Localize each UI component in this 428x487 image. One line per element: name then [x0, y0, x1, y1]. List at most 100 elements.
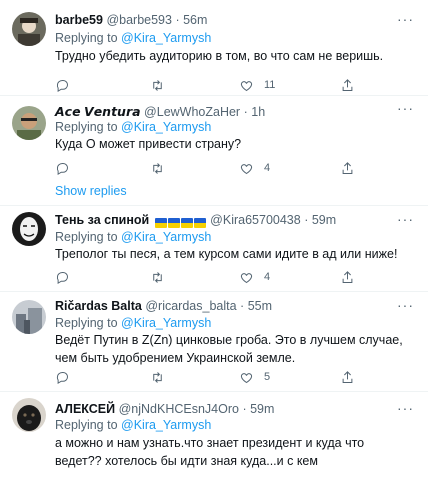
avatar[interactable] — [12, 300, 46, 334]
replying-to-link[interactable]: @Kira_Yarmysh — [121, 316, 211, 330]
replying-to: Replying to @Kira_Yarmysh — [55, 230, 211, 244]
like-count: 4 — [264, 162, 271, 174]
heart-icon — [240, 163, 253, 174]
heart-icon — [240, 272, 253, 283]
like-button[interactable]: 11 — [239, 76, 275, 94]
like-button[interactable]: 4 — [239, 159, 270, 177]
retweet-button[interactable] — [150, 368, 175, 386]
reply-tweet[interactable]: Ričardas Balta @ricardas_balta · 55m ···… — [0, 292, 428, 392]
reply-button[interactable] — [55, 368, 80, 386]
display-name[interactable]: barbe59 — [55, 13, 103, 27]
retweet-button[interactable] — [150, 76, 175, 94]
more-options-icon[interactable]: ··· — [397, 211, 414, 227]
reply-button[interactable] — [55, 268, 80, 286]
share-button[interactable] — [340, 368, 355, 386]
tweet-actions: 4 — [55, 159, 405, 177]
user-handle[interactable]: @Kira65700438 — [210, 213, 301, 227]
replying-to-label: Replying to — [55, 31, 122, 45]
more-options-icon[interactable]: ··· — [397, 297, 414, 313]
tweet-header: 𝘼𝙘𝙚 𝙑𝙚𝙣𝙩𝙪𝙧𝙖 @LewWhoZaHer · 1h — [55, 104, 394, 119]
user-handle[interactable]: @LewWhoZaHer — [144, 105, 240, 119]
retweet-button[interactable] — [150, 268, 175, 286]
share-button[interactable] — [340, 268, 355, 286]
timestamp[interactable]: 59m — [250, 402, 274, 416]
separator-dot: · — [304, 213, 309, 227]
replying-to-label: Replying to — [55, 120, 122, 134]
tweet-text: а можно и нам узнать.что знает президент… — [55, 436, 365, 468]
display-name[interactable]: Ričardas Balta — [55, 299, 142, 313]
reply-icon — [56, 79, 68, 92]
replying-to: Replying to @Kira_Yarmysh — [55, 418, 211, 432]
display-name[interactable]: Тень за спиной — [55, 213, 149, 227]
separator-dot: · — [243, 105, 248, 119]
tweet-header: barbe59 @barbe593 · 56m — [55, 13, 394, 27]
user-handle[interactable]: @barbe593 — [106, 13, 172, 27]
replying-to: Replying to @Kira_Yarmysh — [55, 316, 211, 330]
retweet-icon — [153, 371, 162, 383]
replying-to-link[interactable]: @Kira_Yarmysh — [121, 418, 211, 432]
display-name[interactable]: АЛЕКСЕЙ — [55, 402, 115, 416]
tweet-text: Трудно убедить аудиторию в том, во что с… — [55, 49, 384, 63]
avatar[interactable] — [12, 398, 46, 432]
tweet-header: АЛЕКСЕЙ @njNdKHCEsnJ4Oro · 59m — [55, 402, 394, 416]
tweet-actions: 4 — [55, 268, 405, 286]
reply-icon — [56, 162, 68, 175]
heart-icon — [240, 80, 253, 91]
replying-to-label: Replying to — [55, 418, 122, 432]
like-button[interactable]: 5 — [239, 368, 270, 386]
replying-to: Replying to @Kira_Yarmysh — [55, 120, 211, 134]
heart-icon — [240, 372, 253, 383]
replying-to: Replying to @Kira_Yarmysh — [55, 31, 211, 45]
more-options-icon[interactable]: ··· — [397, 400, 414, 416]
user-handle[interactable]: @njNdKHCEsnJ4Oro — [119, 402, 239, 416]
retweet-icon — [153, 271, 162, 283]
ukraine-flag-icon — [193, 217, 206, 228]
more-options-icon[interactable]: ··· — [397, 100, 414, 116]
like-count: 4 — [264, 271, 271, 283]
ukraine-flag-icon — [154, 217, 167, 228]
like-count: 5 — [264, 371, 271, 383]
reply-button[interactable] — [55, 76, 80, 94]
avatar[interactable] — [12, 12, 46, 46]
separator-dot: · — [242, 402, 247, 416]
reply-tweet[interactable]: 𝘼𝙘𝙚 𝙑𝙚𝙣𝙩𝙪𝙧𝙖 @LewWhoZaHer · 1h ··· Replyi… — [0, 96, 428, 206]
reply-thread: barbe59 @barbe593 · 56m ··· Replying to … — [0, 0, 428, 487]
reply-tweet[interactable]: barbe59 @barbe593 · 56m ··· Replying to … — [0, 0, 428, 96]
retweet-button[interactable] — [150, 159, 175, 177]
share-button[interactable] — [340, 76, 355, 94]
avatar[interactable] — [12, 212, 46, 246]
share-icon — [342, 161, 353, 174]
retweet-icon — [153, 79, 162, 91]
reply-tweet[interactable]: АЛЕКСЕЙ @njNdKHCEsnJ4Oro · 59m ··· Reply… — [0, 392, 428, 487]
timestamp[interactable]: 55m — [248, 299, 272, 313]
timestamp[interactable]: 59m — [312, 213, 336, 227]
replying-to-link[interactable]: @Kira_Yarmysh — [121, 230, 211, 244]
ukraine-flag-icon — [180, 217, 193, 228]
replying-to-link[interactable]: @Kira_Yarmysh — [121, 31, 211, 45]
display-name[interactable]: 𝘼𝙘𝙚 𝙑𝙚𝙣𝙩𝙪𝙧𝙖 — [55, 105, 141, 119]
share-icon — [342, 370, 353, 383]
more-options-icon[interactable]: ··· — [397, 11, 414, 27]
flag-emojis — [154, 215, 207, 229]
show-replies-link[interactable]: Show replies — [55, 184, 127, 198]
reply-tweet[interactable]: Тень за спиной @Kira65700438 · 59m ··· R… — [0, 206, 428, 292]
share-icon — [342, 270, 353, 283]
timestamp[interactable]: 1h — [251, 105, 265, 119]
tweet-actions: 5 — [55, 368, 405, 386]
avatar[interactable] — [12, 106, 46, 140]
tweet-text: Куда О может привести страну? — [55, 137, 242, 151]
tweet-header: Ričardas Balta @ricardas_balta · 55m — [55, 299, 394, 313]
tweet-actions: 11 — [55, 76, 405, 94]
like-count: 11 — [264, 79, 276, 91]
timestamp[interactable]: 56m — [183, 13, 207, 27]
separator-dot: · — [240, 299, 245, 313]
ukraine-flag-icon — [167, 217, 180, 228]
replying-to-link[interactable]: @Kira_Yarmysh — [121, 120, 211, 134]
reply-icon — [56, 371, 68, 384]
user-handle[interactable]: @ricardas_balta — [145, 299, 236, 313]
tweet-header: Тень за спиной @Kira65700438 · 59m — [55, 213, 394, 229]
like-button[interactable]: 4 — [239, 268, 270, 286]
reply-button[interactable] — [55, 159, 80, 177]
retweet-icon — [153, 162, 162, 174]
share-button[interactable] — [340, 159, 355, 177]
